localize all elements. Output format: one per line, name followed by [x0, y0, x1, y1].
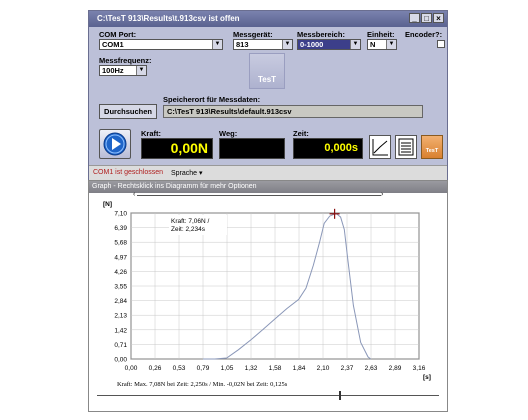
- x-tick-label: 0,79: [197, 365, 210, 372]
- y-tick-label: 4,97: [114, 254, 127, 261]
- port-status: COM1 ist geschlossen: [93, 169, 164, 176]
- durchsuchen-label: Durchsuchen: [104, 107, 152, 116]
- messbereich-label: Messbereich:: [297, 30, 345, 39]
- play-icon: [103, 132, 127, 156]
- einheit-label: Einheit:: [367, 30, 395, 39]
- window-title: C:\TesT 913\Results\t.913csv ist offen: [97, 14, 240, 23]
- messbereich-select[interactable]: 0-1000 ▼: [297, 39, 361, 50]
- messfrequenz-label: Messfrequenz:: [99, 56, 152, 65]
- x-tick-label: 2,63: [365, 365, 378, 372]
- x-tick-label: 0,26: [149, 365, 162, 372]
- annotation-box: Kraft: 7,06N / Zeit: 2,234s: [169, 215, 227, 235]
- graph-window[interactable]: Graph - Rechtsklick ins Diagramm für meh…: [88, 180, 448, 412]
- zeit-value: 0,000s: [324, 142, 358, 154]
- chevron-down-icon[interactable]: ▼: [212, 40, 222, 49]
- x-tick-label: 1,32: [245, 365, 258, 372]
- annotation-line1: Kraft: 7,06N /: [171, 218, 209, 225]
- messgeraet-select[interactable]: 813 ▼: [233, 39, 293, 50]
- minimize-icon[interactable]: _: [409, 13, 420, 23]
- y-tick-label: 2,84: [114, 298, 127, 305]
- kraft-label: Kraft:: [141, 129, 161, 138]
- einheit-select[interactable]: N ▼: [367, 39, 397, 50]
- graph-summary: Kraft: Max. 7,08N bei Zeit: 2,250s / Min…: [117, 381, 288, 388]
- x-tick-label: 2,89: [389, 365, 402, 372]
- y-tick-label: 4,26: [114, 269, 127, 276]
- test-tool-button[interactable]: TesT: [421, 135, 443, 159]
- x-tick-label: 3,16: [413, 365, 426, 372]
- sprache-label: Sprache: [171, 170, 198, 177]
- chevron-down-icon[interactable]: ▼: [282, 40, 292, 49]
- y-tick-labels: 0,00 0,71 1,42 2,13 2,84 3,55 4,26 4,97 5,68 6,39…: [114, 211, 127, 364]
- com-port-value: COM1: [102, 40, 124, 49]
- y-tick-label: 7,10: [114, 211, 127, 218]
- x-tick-label: 0,00: [125, 365, 138, 372]
- main-window: C:\TesT 913\Results\t.913csv ist offen _…: [88, 10, 448, 180]
- messbereich-value: 0-1000: [300, 40, 324, 49]
- scroll-thumb[interactable]: [339, 391, 341, 400]
- messgeraet-value: 813: [236, 40, 249, 49]
- messfrequenz-value: 100Hz: [102, 66, 124, 75]
- bottom-scroll-track[interactable]: [97, 395, 439, 396]
- y-tick-label: 3,55: [114, 284, 127, 291]
- einheit-value: N: [370, 40, 376, 49]
- graph-title-bar: Graph - Rechtsklick ins Diagramm für meh…: [89, 181, 447, 193]
- test-logo: TesT: [249, 53, 285, 89]
- zeit-display: 0,000s: [293, 138, 363, 159]
- x-tick-label: 1,05: [221, 365, 234, 372]
- x-tick-label: 0,53: [173, 365, 186, 372]
- y-tick-label: 2,13: [114, 313, 127, 320]
- x-tick-label: 2,37: [341, 365, 354, 372]
- messfrequenz-select[interactable]: 100Hz ▼: [99, 65, 147, 76]
- x-unit-label: [s]: [423, 374, 431, 381]
- annotation-line2: Zeit: 2,234s: [171, 226, 206, 233]
- list-icon: [398, 138, 414, 156]
- chevron-down-icon[interactable]: ▼: [350, 40, 360, 49]
- speicherort-value: C:\TesT 913\Results\default.913csv: [167, 107, 292, 116]
- list-button[interactable]: [395, 135, 417, 159]
- messgeraet-label: Messgerät:: [233, 30, 273, 39]
- status-bar: COM1 ist geschlossen Sprache ▾: [89, 165, 447, 180]
- graph-title: Graph - Rechtsklick ins Diagramm für meh…: [92, 183, 257, 190]
- sprache-menu[interactable]: Sprache ▾: [171, 169, 203, 177]
- speicherort-label: Speicherort für Messdaten:: [163, 95, 261, 104]
- test-tool-icon: TesT: [425, 148, 439, 154]
- com-port-label: COM Port:: [99, 30, 137, 39]
- encoder-label: Encoder?:: [405, 30, 443, 39]
- close-icon[interactable]: ×: [433, 13, 444, 23]
- force-time-chart[interactable]: 0,00 0,71 1,42 2,13 2,84 3,55 4,26 4,97 5,68 6,39…: [89, 195, 447, 401]
- com-port-select[interactable]: COM1 ▼: [99, 39, 223, 50]
- line-chart-icon: [372, 139, 388, 156]
- y-tick-label: 0,71: [114, 342, 127, 349]
- chart-button[interactable]: [369, 135, 391, 159]
- start-button[interactable]: [99, 129, 131, 159]
- x-tick-label: 1,84: [293, 365, 306, 372]
- y-tick-label: 0,00: [114, 357, 127, 364]
- chevron-down-icon: ▾: [199, 170, 203, 177]
- logo-text: TesT: [257, 75, 277, 84]
- chevron-down-icon[interactable]: ▼: [386, 40, 396, 49]
- y-tick-label: 5,68: [114, 240, 127, 247]
- zeit-label: Zeit:: [293, 129, 309, 138]
- y-tick-label: 6,39: [114, 225, 127, 232]
- peak-marker: [329, 208, 340, 219]
- y-unit-label: [N]: [103, 201, 112, 208]
- y-tick-label: 1,42: [114, 327, 127, 334]
- x-tick-label: 1,58: [269, 365, 282, 372]
- encoder-checkbox[interactable]: [437, 40, 445, 48]
- kraft-display: 0,00N: [141, 138, 213, 159]
- chevron-down-icon[interactable]: ▼: [136, 66, 146, 75]
- x-tick-label: 2,10: [317, 365, 330, 372]
- speicherort-field[interactable]: C:\TesT 913\Results\default.913csv: [163, 105, 423, 118]
- maximize-icon[interactable]: □: [421, 13, 432, 23]
- x-tick-labels: 0,00 0,26 0,53 0,79 1,05 1,32 1,58 1,84 2,10 2,37…: [125, 365, 426, 372]
- title-bar[interactable]: C:\TesT 913\Results\t.913csv ist offen _…: [89, 11, 447, 27]
- weg-display: [219, 138, 285, 159]
- weg-label: Weg:: [219, 129, 238, 138]
- durchsuchen-button[interactable]: Durchsuchen: [99, 104, 157, 119]
- kraft-value: 0,00N: [170, 140, 208, 156]
